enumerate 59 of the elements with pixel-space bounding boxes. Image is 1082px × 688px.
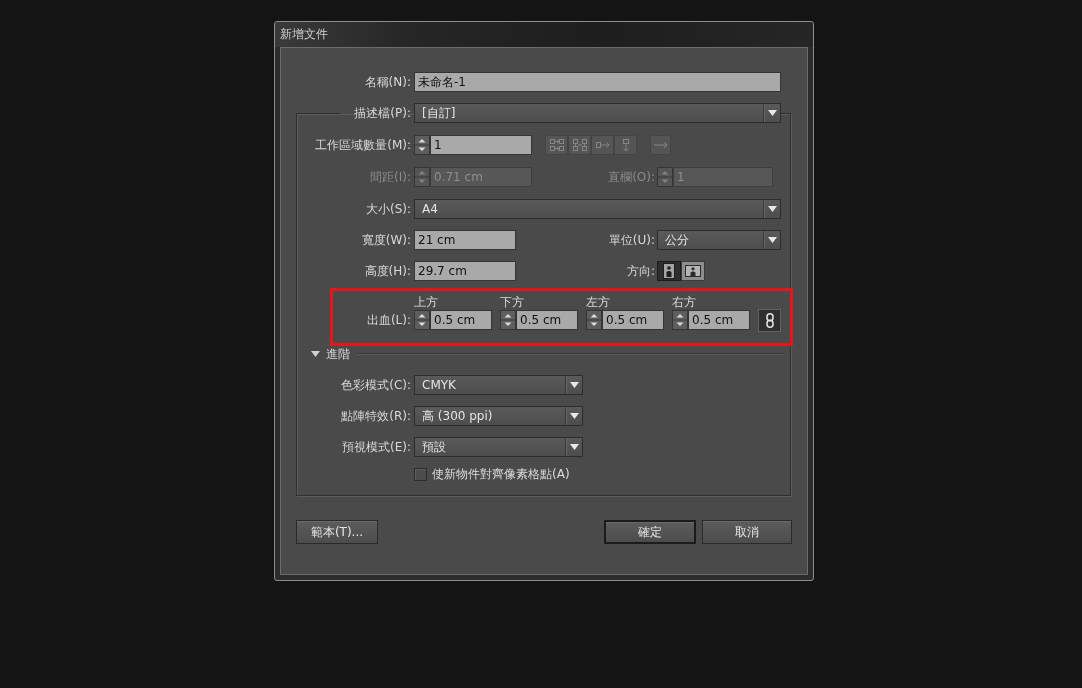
window-title: 新增文件 [280, 26, 328, 43]
number-field[interactable]: 0.5 cm [430, 310, 492, 330]
field-label: 色彩模式(C): [340, 376, 412, 394]
dropdown[interactable]: 預設 [414, 437, 583, 457]
caret-icon [767, 237, 777, 243]
field-label: 出血(L): [365, 311, 412, 329]
text-field[interactable]: 29.7 cm [414, 261, 516, 281]
stepper-arrows-icon[interactable] [414, 310, 430, 330]
ok-button[interactable]: 確定 [604, 520, 696, 544]
orientation-button[interactable] [681, 261, 705, 281]
number-field[interactable]: 0.5 cm [602, 310, 664, 330]
caret-icon [569, 444, 579, 450]
field-label: 寬度(W): [360, 231, 412, 249]
caret-icon [569, 413, 579, 419]
field-label: 方向: [625, 262, 656, 280]
checkbox-label[interactable]: 使新物件對齊像素格點(A) [432, 465, 570, 483]
field-label: 工作區域數量(M): [314, 136, 412, 154]
field-label: 高度(H): [363, 262, 412, 280]
column-heading: 右方 [672, 295, 697, 309]
field-label: 點陣特效(R): [340, 407, 412, 425]
grid-right-arrows-icon [548, 138, 565, 152]
field-label: 預視模式(E): [341, 438, 412, 456]
template-button[interactable]: 範本(T)... [296, 520, 378, 544]
column-heading: 上方 [414, 295, 439, 309]
caret-icon [569, 382, 579, 388]
chain-icon [765, 312, 774, 328]
field-label: 單位(U): [607, 231, 656, 249]
dropdown[interactable]: [自訂] [414, 103, 781, 123]
dropdown[interactable]: 公分 [657, 230, 781, 250]
stepper-arrows-icon[interactable] [500, 310, 516, 330]
field-label: 直欄(O): [607, 168, 656, 186]
section-toggle[interactable]: 進階 [326, 345, 350, 363]
field-label: 大小(S): [364, 200, 412, 218]
orientation-button[interactable] [657, 261, 681, 281]
link-button[interactable] [758, 308, 781, 332]
stepper-arrows-icon[interactable] [672, 310, 688, 330]
column-heading: 下方 [500, 295, 525, 309]
portrait-page-icon [660, 263, 678, 279]
column-heading: 左方 [586, 295, 611, 309]
text-field[interactable]: 未命名-1 [414, 72, 781, 92]
caret-icon [767, 206, 777, 212]
number-field[interactable]: 0.5 cm [688, 310, 750, 330]
caret-icon [767, 110, 777, 116]
field-label: 名稱(N): [363, 73, 412, 91]
checkbox[interactable] [414, 467, 427, 481]
number-field[interactable]: 0.5 cm [516, 310, 578, 330]
stepper-arrows-icon[interactable] [414, 135, 430, 155]
field-label: 間距(I): [369, 168, 412, 186]
landscape-page-icon [684, 263, 702, 279]
cancel-button[interactable]: 取消 [702, 520, 792, 544]
dropdown[interactable]: 高 (300 ppi) [414, 406, 583, 426]
triangle-down-icon[interactable] [311, 351, 320, 357]
dropdown[interactable]: A4 [414, 199, 781, 219]
text-field[interactable]: 21 cm [414, 230, 516, 250]
stepper-arrows-icon[interactable] [586, 310, 602, 330]
number-field[interactable]: 1 [430, 135, 532, 155]
field-label: 描述檔(P): [353, 104, 412, 122]
dropdown[interactable]: CMYK [414, 375, 583, 395]
box-grid-icon [571, 138, 588, 152]
